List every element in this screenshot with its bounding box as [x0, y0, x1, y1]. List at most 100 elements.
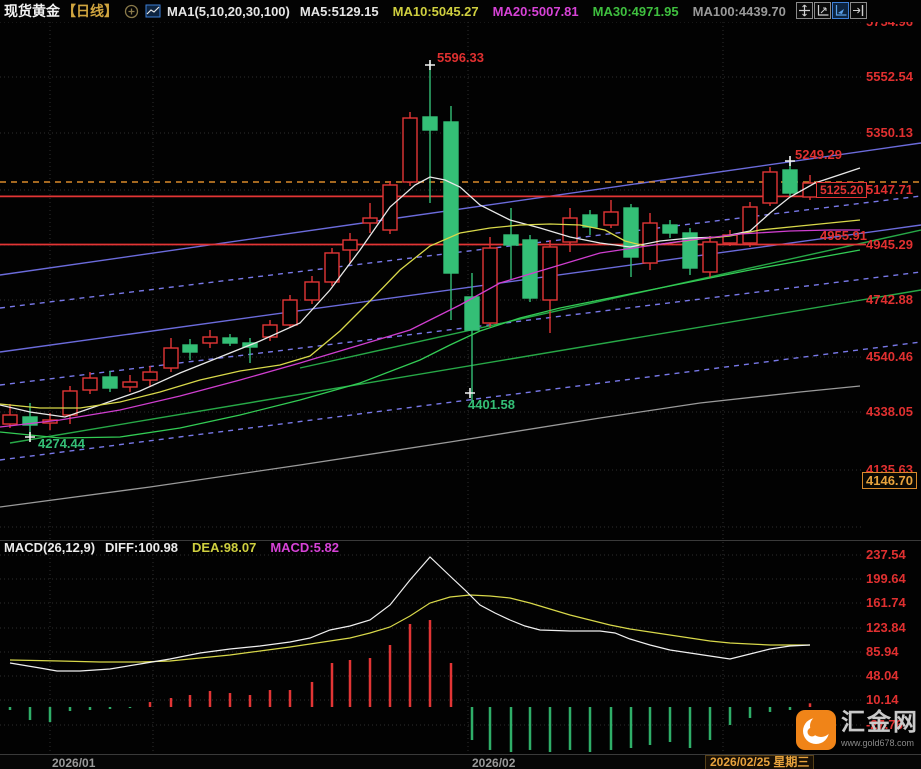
- ma30-value: MA30:4971.95: [592, 3, 679, 19]
- top-header-bar: 现货黄金 【日线】 MA1(5,10,20,30,100) MA5:5129.1…: [0, 0, 921, 22]
- candle-body[interactable]: [163, 347, 179, 369]
- candle-body[interactable]: [464, 296, 480, 331]
- macd-histogram-bar: [108, 707, 112, 709]
- macd-histogram-bar: [68, 707, 72, 712]
- dash-blue-1: [0, 195, 921, 309]
- candle-body[interactable]: [402, 117, 418, 183]
- ma20-line: [0, 229, 860, 428]
- macd-histogram-bar: [688, 707, 692, 748]
- huijin-logo-text: 汇金网: [841, 709, 919, 736]
- trend-green-2: [299, 229, 921, 369]
- macd-histogram-bar: [788, 707, 792, 711]
- candle-body[interactable]: [142, 371, 158, 381]
- date-axis[interactable]: 2026/01 2026/02 2026/02/25 星期三: [0, 755, 921, 769]
- macd-histogram-bar: [148, 702, 152, 707]
- macd-histogram-bar: [808, 703, 812, 707]
- macd-histogram-bar: [609, 707, 613, 750]
- candle-body[interactable]: [362, 217, 378, 224]
- macd-histogram-bar: [288, 690, 292, 707]
- ma5-value: MA5:5129.15: [299, 3, 379, 19]
- macd-histogram-bar: [268, 690, 272, 707]
- macd-histogram-bar: [629, 707, 633, 748]
- candle-body[interactable]: [62, 390, 78, 416]
- huijin-logo-icon: [796, 710, 836, 750]
- macd-name[interactable]: MACD(26,12,9): [4, 540, 95, 555]
- macd-histogram-bar: [188, 694, 192, 707]
- candle-body[interactable]: [542, 246, 558, 301]
- macd-histogram-bar: [208, 690, 212, 707]
- candle-body[interactable]: [102, 376, 118, 389]
- macd-histogram-bar: [708, 707, 712, 741]
- candle-body[interactable]: [262, 324, 278, 338]
- chart-type-icon[interactable]: [145, 4, 161, 18]
- macd-histogram-bar: [169, 697, 173, 707]
- move-crosshair-icon[interactable]: [796, 2, 813, 19]
- macd-histogram-bar: [228, 693, 232, 707]
- macd-histogram-bar: [488, 707, 492, 750]
- ma-settings-label[interactable]: MA1(5,10,20,30,100): [167, 4, 290, 19]
- circle-plus-icon[interactable]: [124, 4, 139, 19]
- macd-histogram-bar: [88, 707, 92, 711]
- candle-body[interactable]: [122, 381, 138, 388]
- date-label-current: 2026/02/25 星期三: [705, 755, 815, 769]
- candle-body[interactable]: [522, 239, 538, 299]
- macd-histogram-bar: [768, 707, 772, 712]
- macd-histogram-bar: [509, 707, 513, 753]
- symbol-title: 现货黄金: [4, 3, 60, 19]
- candle-body[interactable]: [762, 171, 778, 204]
- candle-body[interactable]: [582, 214, 598, 228]
- candle-body[interactable]: [222, 337, 238, 344]
- chart-canvas[interactable]: [0, 0, 921, 769]
- candle-body[interactable]: [342, 239, 358, 251]
- candle-body[interactable]: [443, 121, 459, 274]
- macd-histogram-bar: [408, 623, 412, 707]
- auto-scale-icon[interactable]: [832, 2, 849, 19]
- macd-histogram-bar: [588, 707, 592, 753]
- macd-histogram-bar: [728, 707, 732, 726]
- macd-histogram-bar: [28, 707, 32, 721]
- candle-body[interactable]: [182, 344, 198, 353]
- candle-body[interactable]: [202, 336, 218, 344]
- candle-body[interactable]: [82, 377, 98, 391]
- macd-macd-value: MACD:5.82: [270, 539, 339, 555]
- trading-app-window: 5754.965552.545350.135147.714945.294742.…: [0, 0, 921, 769]
- site-watermark: 汇金网 www.gold678.com: [796, 710, 919, 750]
- candle-body[interactable]: [324, 252, 340, 283]
- macd-histogram-bar: [528, 707, 532, 750]
- macd-histogram-bar: [348, 659, 352, 707]
- chart-toolbar: [796, 2, 867, 19]
- candle-body[interactable]: [304, 281, 320, 301]
- candle-body[interactable]: [742, 206, 758, 244]
- macd-histogram-bar: [330, 663, 334, 707]
- collapse-panel-icon[interactable]: [850, 2, 867, 19]
- extreme-cross-marker: [425, 60, 435, 70]
- macd-histogram-bar: [470, 707, 474, 741]
- extreme-cross-marker: [785, 156, 795, 166]
- ma30-line: [0, 249, 861, 439]
- axis-scale-icon[interactable]: [814, 2, 831, 19]
- macd-histogram-bar: [310, 681, 314, 707]
- macd-histogram-bar: [748, 707, 752, 718]
- candle-body[interactable]: [702, 241, 718, 273]
- macd-diff-value: DIFF:100.98: [105, 539, 179, 555]
- candle-body[interactable]: [282, 299, 298, 326]
- candle-body[interactable]: [662, 224, 678, 234]
- dash-blue-3: [0, 341, 921, 461]
- macd-histogram-bar: [449, 663, 453, 707]
- macd-histogram-bar: [48, 707, 52, 723]
- ma20-value: MA20:5007.81: [492, 3, 579, 19]
- ma100-value: MA100:4439.70: [692, 3, 786, 19]
- candle-body[interactable]: [603, 211, 619, 226]
- macd-histogram-bar: [128, 707, 132, 709]
- date-label-feb: 2026/02: [472, 756, 516, 769]
- candle-body[interactable]: [422, 116, 438, 131]
- candle-body[interactable]: [2, 414, 18, 425]
- macd-histogram-bar: [548, 707, 552, 753]
- macd-histogram-bar: [388, 644, 392, 707]
- candle-body[interactable]: [503, 234, 519, 246]
- macd-histogram-bar: [568, 707, 572, 750]
- date-label-jan: 2026/01: [52, 756, 96, 769]
- candle-body[interactable]: [782, 169, 798, 194]
- macd-histogram-bar: [428, 620, 432, 707]
- macd-dea-value: DEA:98.07: [192, 539, 257, 555]
